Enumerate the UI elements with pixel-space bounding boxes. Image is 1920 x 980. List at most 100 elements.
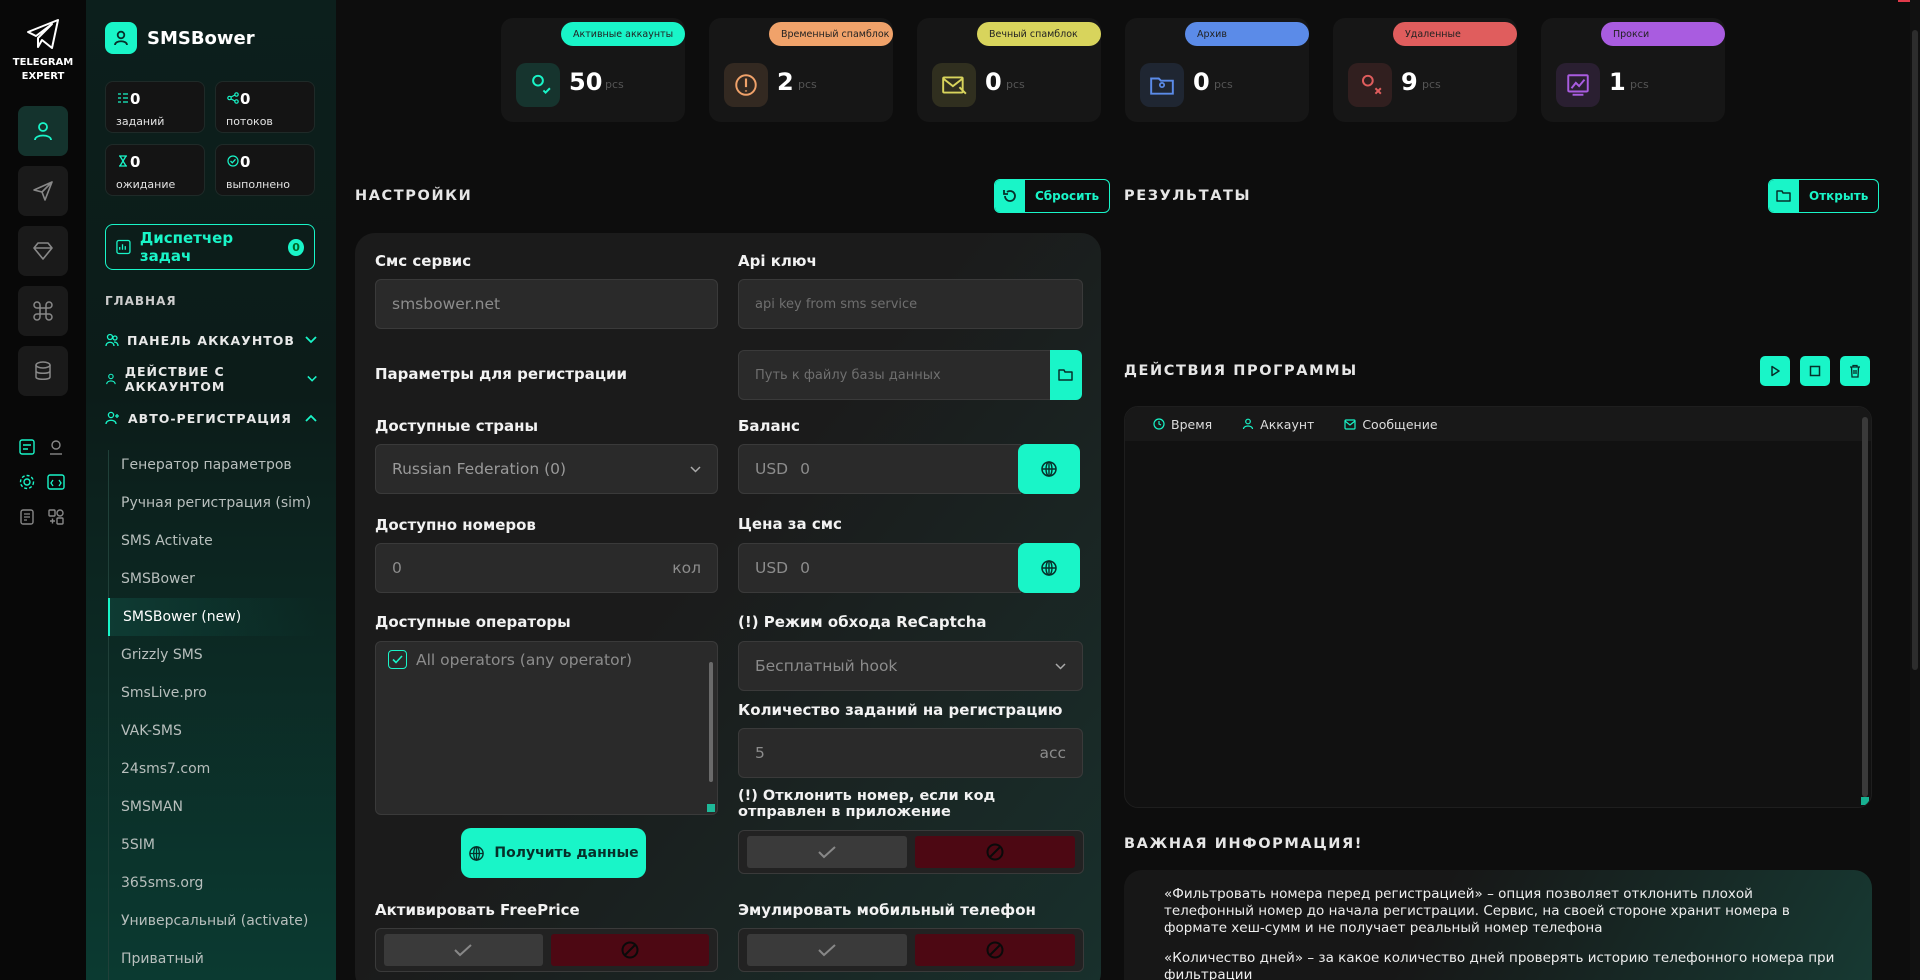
open-results-button[interactable]: Открыть — [1768, 179, 1880, 213]
api-key-input[interactable]: api key from sms service — [738, 279, 1083, 329]
monitor-icon — [1556, 63, 1600, 107]
col-account: Аккаунт — [1242, 417, 1314, 432]
resize-handle-icon[interactable] — [1861, 797, 1869, 805]
log-scrollbar[interactable] — [1862, 417, 1868, 797]
tasks-count-label: Количество заданий на регистрацию — [738, 701, 1063, 719]
emulate-mobile-toggle[interactable] — [738, 928, 1084, 972]
refresh-balance-button[interactable] — [1018, 444, 1080, 494]
sidebar-subitem[interactable]: Ручная регистрация (sim) — [108, 484, 318, 522]
status-badge: Вечный спамблок — [977, 22, 1101, 46]
db-path-input[interactable]: Путь к файлу базы данных — [738, 350, 1052, 400]
rail-send-button[interactable] — [18, 166, 68, 216]
sidebar-subitem[interactable]: 5SIM — [108, 826, 318, 864]
rail-stats-button[interactable] — [16, 436, 38, 458]
task-dispatcher-button[interactable]: Диспетчер задач 0 — [105, 224, 315, 270]
sidebar-subitem[interactable]: SmsLive.pro — [108, 674, 318, 712]
sms-service-field[interactable]: smsbower.net — [375, 279, 718, 329]
refresh-price-button[interactable] — [1018, 543, 1080, 593]
stat-value: 0 — [240, 90, 251, 108]
browse-db-button[interactable] — [1050, 350, 1082, 400]
clock-icon — [1153, 418, 1165, 430]
globe-icon — [469, 845, 485, 861]
folder-user-icon — [1140, 63, 1184, 107]
checkbox-checked-icon[interactable] — [388, 650, 407, 669]
rail-settings-button[interactable] — [16, 471, 38, 493]
operator-option[interactable]: All operators (any operator) — [388, 650, 632, 669]
start-button[interactable] — [1760, 356, 1790, 386]
users-icon — [105, 333, 119, 347]
reject-number-toggle[interactable] — [738, 830, 1084, 874]
toggle-yes-check-icon[interactable] — [747, 934, 907, 966]
brand-user-icon — [105, 22, 137, 54]
sidebar-subitem[interactable]: SMS Activate — [108, 522, 318, 560]
database-icon — [35, 361, 51, 380]
get-data-button[interactable]: Получить данные — [461, 828, 646, 878]
folder-open-icon — [1058, 369, 1073, 381]
warning-icon — [724, 63, 768, 107]
sidebar-subitem[interactable]: Приватный — [108, 940, 318, 978]
status-card[interactable]: Архив 0 pcs — [1125, 18, 1309, 122]
country-select[interactable]: Russian Federation (0) — [375, 444, 718, 494]
stat-label: ожидание — [116, 178, 176, 191]
status-card[interactable]: Прокси 1 pcs — [1541, 18, 1725, 122]
stop-icon — [1809, 365, 1821, 377]
status-card[interactable]: Вечный спамблок 0 pcs — [917, 18, 1101, 122]
rail-database-button[interactable] — [18, 346, 68, 396]
group-label: АВТО-РЕГИСТРАЦИЯ — [128, 410, 292, 426]
sidebar-subitem[interactable]: 365sms.org — [108, 864, 318, 902]
rail-accounts-button[interactable] — [18, 106, 68, 156]
sidebar-subitem[interactable]: Генератор параметров — [108, 446, 318, 484]
service-brand: SMSBower — [105, 22, 255, 54]
rail-premium-button[interactable] — [18, 226, 68, 276]
balance-field: USD 0 — [738, 444, 1021, 494]
rail-code-button[interactable] — [45, 471, 67, 493]
rail-modules-button[interactable] — [45, 506, 67, 528]
status-card[interactable]: Временный спамблок 2 pcs — [709, 18, 893, 122]
reset-button[interactable]: Сбросить — [994, 179, 1111, 213]
toggle-no-forbidden-icon[interactable] — [915, 836, 1075, 868]
tasks-icon — [118, 93, 128, 103]
operators-list: All operators (any operator) — [375, 641, 718, 815]
toggle-yes-check-icon[interactable] — [384, 934, 543, 966]
stat-threads: 0 потоков — [215, 81, 315, 133]
sidebar-subitem[interactable]: SMSBower — [108, 560, 318, 598]
status-badge: Временный спамблок — [769, 22, 893, 46]
info-paragraph: «Фильтровать номера перед регистрацией» … — [1164, 886, 1790, 936]
status-unit: pcs — [1630, 78, 1649, 91]
sidebar-subitem[interactable]: SMSMAN — [108, 788, 318, 826]
sidebar-subitem[interactable]: Grizzly SMS — [108, 636, 318, 674]
stop-button[interactable] — [1800, 356, 1830, 386]
operators-scrollbar[interactable] — [709, 662, 713, 782]
recaptcha-select[interactable]: Бесплатный hook — [738, 641, 1083, 691]
freeprice-label: Активировать FreePrice — [375, 901, 580, 919]
sidebar-subitem[interactable]: Универсальный (activate) — [108, 902, 318, 940]
page-scrollbar-track[interactable] — [1910, 0, 1920, 980]
sidebar-subitem[interactable]: 24sms7.com — [108, 750, 318, 788]
app-logo: TELEGRAM EXPERT — [10, 18, 76, 84]
status-card[interactable]: Активные аккаунты 50 pcs — [501, 18, 685, 122]
sidebar-subitem[interactable]: VAK-SMS — [108, 712, 318, 750]
freeprice-toggle[interactable] — [375, 928, 718, 972]
dispatcher-label: Диспетчер задач — [139, 229, 234, 265]
toggle-no-forbidden-icon[interactable] — [915, 934, 1075, 966]
group-account-action[interactable]: ДЕЙСТВИЕ С АККАУНТОМ — [105, 364, 317, 394]
sidebar-subitem[interactable]: SMSBower (new) — [108, 598, 318, 636]
group-auto-registration[interactable]: АВТО-РЕГИСТРАЦИЯ — [105, 407, 317, 429]
status-value: 50 — [569, 68, 603, 96]
page-scrollbar-thumb[interactable] — [1912, 30, 1918, 670]
tasks-count-input[interactable]: 5 acc — [738, 728, 1083, 778]
resize-handle-icon[interactable] — [707, 804, 715, 812]
rail-location-button[interactable] — [45, 436, 67, 458]
sms-service-label: Смс сервис — [375, 252, 472, 270]
rail-command-button[interactable] — [18, 286, 68, 336]
group-account-panel[interactable]: ПАНЕЛЬ АККАУНТОВ — [105, 329, 317, 351]
clear-log-button[interactable] — [1840, 356, 1870, 386]
open-label: Открыть — [1809, 189, 1869, 203]
chevron-down-icon — [307, 375, 317, 382]
toggle-yes-check-icon[interactable] — [747, 836, 907, 868]
rail-docs-button[interactable] — [16, 506, 38, 528]
status-card[interactable]: Удаленные 9 pcs — [1333, 18, 1517, 122]
info-title: ВАЖНАЯ ИНФОРМАЦИЯ! — [1124, 836, 1364, 852]
toggle-no-forbidden-icon[interactable] — [550, 934, 709, 966]
api-key-label: Api ключ — [738, 252, 817, 270]
